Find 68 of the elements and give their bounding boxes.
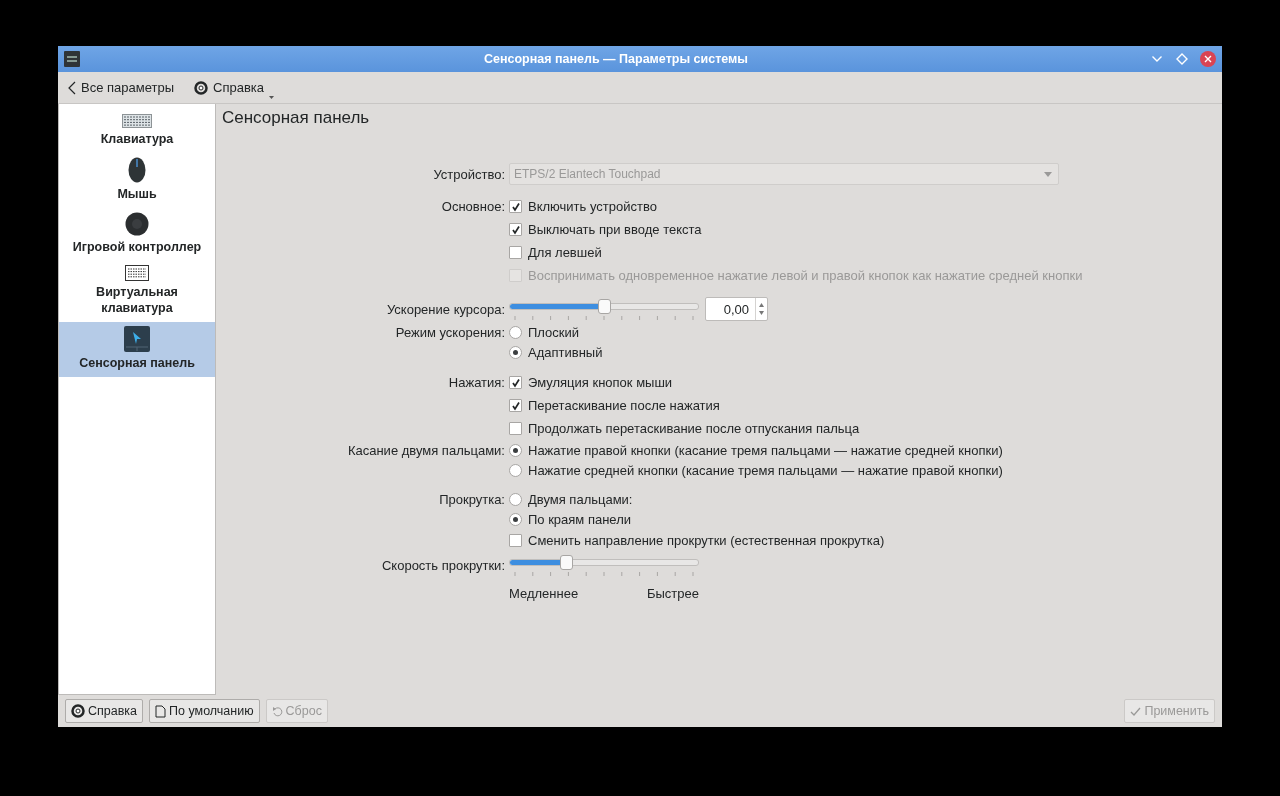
keyboard-icon	[125, 265, 149, 281]
field-label: Нажатия:	[447, 375, 506, 390]
minimize-icon[interactable]	[1152, 56, 1162, 62]
fast-label: Быстрее	[646, 586, 699, 601]
sidebar-item[interactable]: Мышь	[59, 153, 215, 208]
close-icon[interactable]	[1200, 51, 1216, 67]
checkbox[interactable]	[509, 376, 522, 389]
app-icon	[64, 51, 80, 67]
document-icon	[155, 704, 167, 718]
chevron-left-icon	[68, 80, 76, 95]
maximize-icon[interactable]	[1176, 53, 1188, 65]
help-menu-button[interactable]: Справка	[192, 78, 276, 97]
page-title: Сенсорная панель	[222, 108, 371, 128]
caret-icon	[269, 96, 274, 99]
help-icon	[194, 80, 208, 95]
dropdown-arrow-icon	[1044, 171, 1052, 177]
field-label: Режим ускорения:	[394, 324, 506, 340]
checkbox-option[interactable]: Эмуляция кнопок мыши	[509, 375, 673, 390]
checkbox-option[interactable]: Перетаскивание после нажатия	[509, 398, 720, 413]
radio-button[interactable]	[509, 345, 522, 359]
help-icon	[71, 704, 85, 718]
number-spinbox[interactable]: 0,00	[705, 297, 768, 321]
defaults-button[interactable]: По умолчанию	[149, 699, 260, 723]
sidebar-item[interactable]: Игровой контроллер	[59, 208, 215, 261]
radio-button[interactable]	[509, 325, 522, 339]
radio-button[interactable]	[509, 463, 522, 477]
checkbox-option[interactable]: Включить устройство	[509, 199, 657, 214]
sidebar-item[interactable]: Сенсорная панель	[59, 322, 215, 377]
radio-option[interactable]: Двумя пальцами:	[509, 491, 633, 507]
window-title: Сенсорная панель — Параметры системы	[483, 52, 749, 66]
back-button[interactable]: Все параметры	[66, 78, 176, 97]
undo-icon	[271, 705, 283, 717]
radio-option[interactable]: Адаптивный	[509, 344, 603, 360]
mouse-icon	[128, 157, 146, 183]
spin-arrows-icon	[755, 298, 767, 320]
checkbox[interactable]	[509, 422, 522, 435]
radio-option[interactable]: Плоский	[509, 324, 580, 340]
checkbox-option[interactable]: Для левшей	[509, 245, 602, 260]
touchpad-icon	[124, 326, 150, 352]
field-label: Основное:	[440, 199, 506, 214]
gamepad-icon	[125, 212, 149, 236]
radio-button[interactable]	[509, 443, 522, 457]
checkbox-option[interactable]: Выключать при вводе текста	[509, 222, 702, 237]
checkmark-icon	[1130, 705, 1142, 717]
radio-option[interactable]: Нажатие правой кнопки (касание тремя пальцами — нажатие средней кнопки)	[509, 442, 1003, 458]
sidebar-item[interactable]: Клавиатура	[59, 110, 215, 153]
keyboard-icon	[122, 114, 152, 128]
radio-button[interactable]	[509, 492, 522, 506]
radio-option[interactable]: Нажатие средней кнопки (касание тремя пальцами — нажатие правой кнопки)	[509, 462, 1003, 478]
checkbox[interactable]	[509, 534, 522, 547]
slider-handle[interactable]	[560, 555, 574, 570]
slow-label: Медленнее	[509, 586, 579, 601]
field-label: Касание двумя пальцами:	[346, 442, 506, 458]
field-label: Скорость прокрутки:	[380, 557, 506, 573]
checkbox-option[interactable]: Продолжать перетаскивание после отпускания пальца	[509, 421, 860, 436]
checkbox[interactable]	[509, 399, 522, 412]
checkbox[interactable]	[509, 223, 522, 236]
checkbox-option[interactable]: Сменить направление прокрутки (естественная прокрутка)	[509, 533, 885, 548]
field-label: Ускорение курсора:	[385, 301, 506, 317]
radio-option[interactable]: По краям панели	[509, 511, 632, 527]
field-label: Устройство:	[432, 166, 506, 182]
help-button[interactable]: Справка	[65, 699, 144, 723]
radio-button[interactable]	[509, 512, 522, 526]
checkbox[interactable]	[509, 200, 522, 213]
checkbox[interactable]	[509, 246, 522, 259]
field-label: Прокрутка:	[438, 491, 506, 507]
sidebar-item[interactable]: Виртуальная клавиатура	[59, 261, 215, 322]
slider-handle[interactable]	[598, 299, 611, 314]
